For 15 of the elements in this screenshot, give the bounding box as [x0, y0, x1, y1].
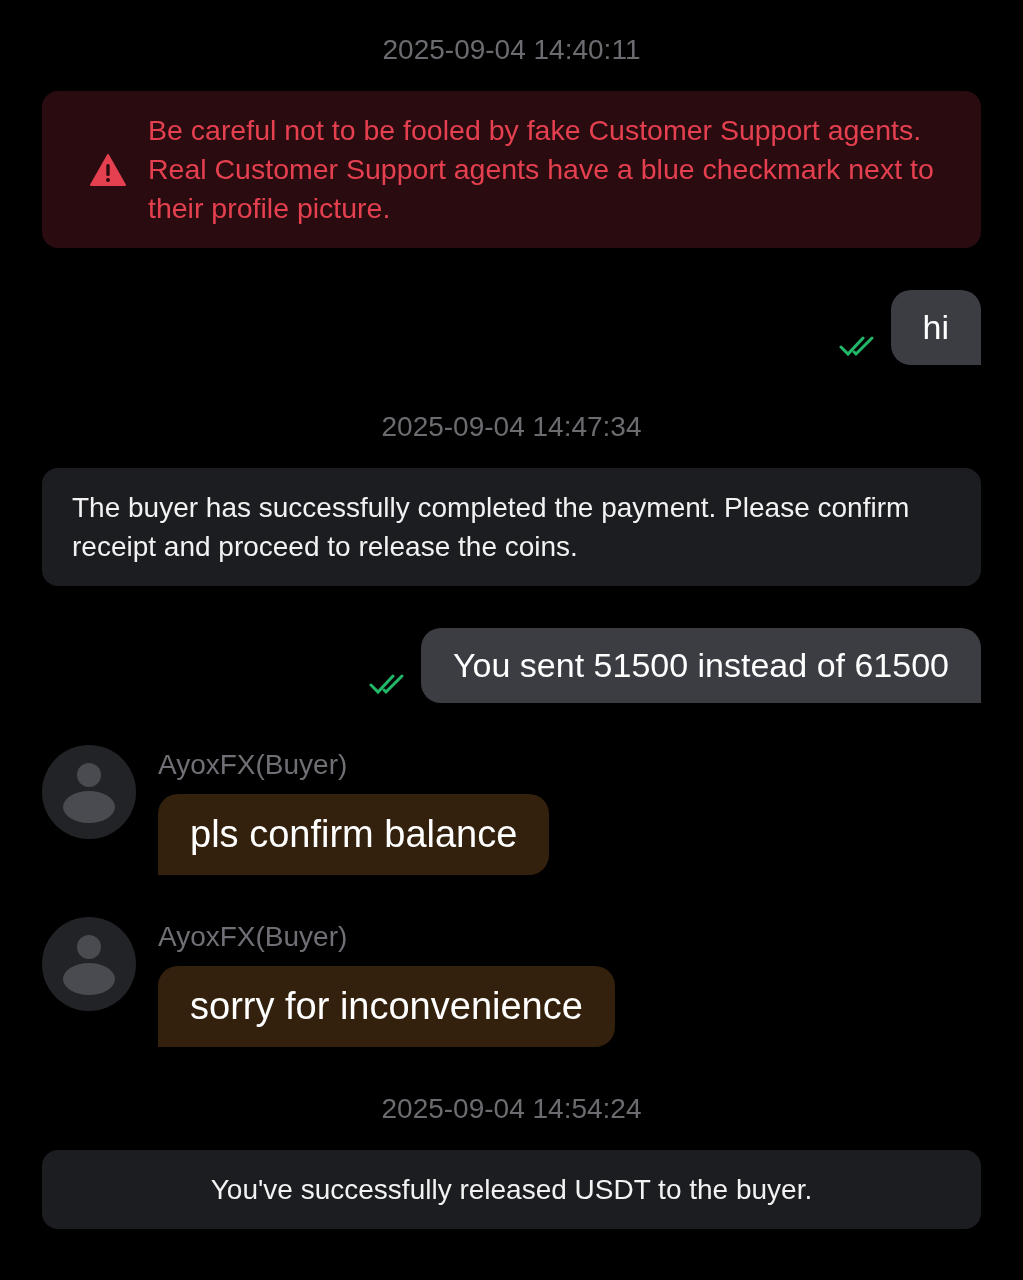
- message-bubble: hi: [890, 290, 981, 365]
- avatar-icon: [42, 745, 136, 839]
- system-message: You've successfully released USDT to the buyer.: [42, 1150, 981, 1229]
- warning-text: Be careful not to be fooled by fake Customer Support agents. Real Customer Support agents have a blue checkmark next to their profile picture.: [148, 113, 935, 226]
- timestamp: 2025-09-04 14:54:24: [381, 1092, 642, 1126]
- sender-name: AyoxFX(Buyer): [158, 920, 348, 954]
- warning-icon: [90, 153, 126, 186]
- sender-name: AyoxFX(Buyer): [158, 748, 348, 782]
- avatar-icon: [42, 917, 136, 1011]
- timestamp: 2025-09-04 14:47:34: [381, 410, 642, 444]
- message-bubble: pls confirm balance: [158, 794, 550, 875]
- timestamp: 2025-09-04 14:40:11: [382, 33, 641, 67]
- system-message: The buyer has successfully completed the payment. Please confirm receipt and proceed to release the coins.: [42, 468, 981, 586]
- message-bubble: You sent 51500 instead of 61500: [421, 628, 981, 703]
- message-bubble: sorry for inconvenience: [158, 966, 615, 1047]
